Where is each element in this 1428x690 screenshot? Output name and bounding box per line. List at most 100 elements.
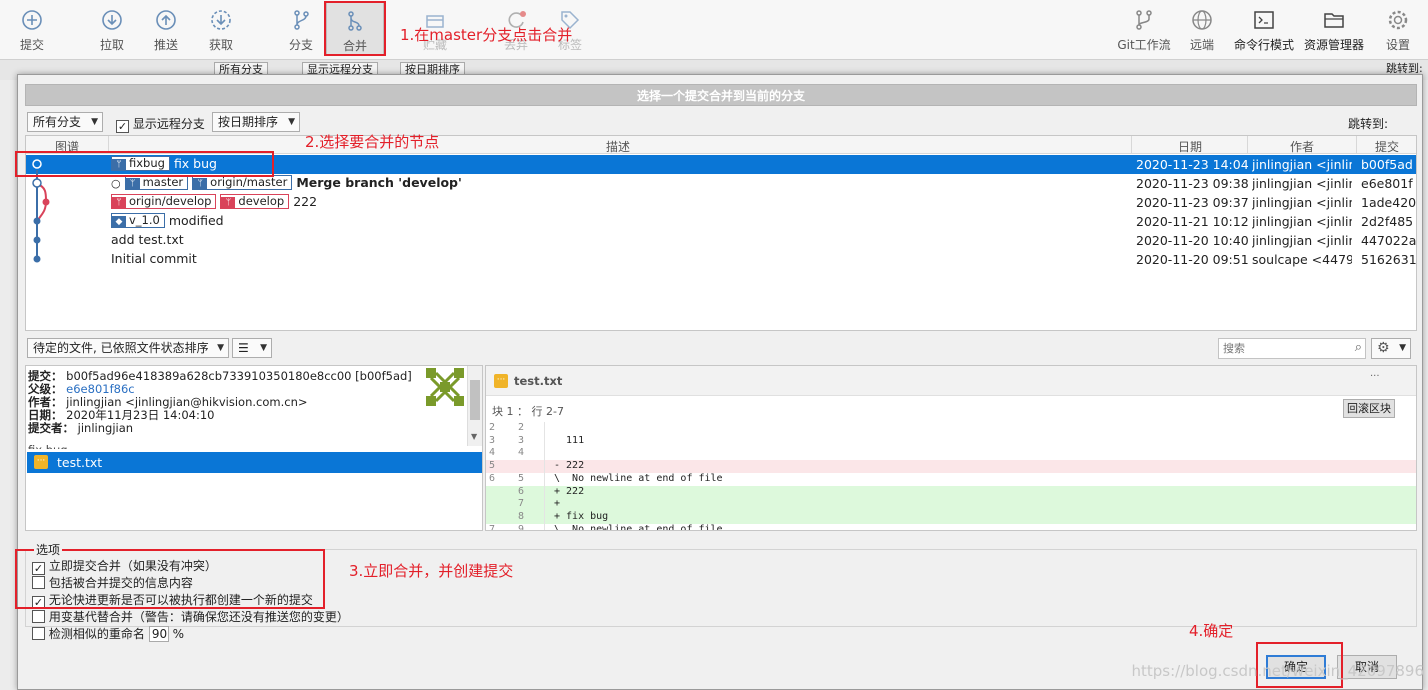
hunk-header: 块 1 ： 行 2-7 bbox=[492, 405, 564, 418]
diff-line: 8 + fix bug bbox=[486, 510, 1416, 524]
tag-icon: ◆ bbox=[112, 216, 126, 228]
branch-label[interactable]: ᛘ origin/master bbox=[192, 175, 293, 190]
search-icon: ⌕ bbox=[1354, 340, 1362, 355]
remote-toolbar-button[interactable]: 远端 bbox=[1184, 6, 1220, 56]
file-list-item[interactable]: ··· test.txt bbox=[27, 452, 482, 473]
new-line-number: 2 bbox=[518, 422, 525, 433]
diff-line-text: \ No newline at end of file bbox=[554, 472, 723, 484]
annotation-step3: 3.立即合并，并创建提交 bbox=[349, 562, 514, 580]
commit-row[interactable]: Initial commit 2020-11-20 09:51 soulcape <… bbox=[26, 250, 1416, 269]
diff-line: 6 + 222 bbox=[486, 485, 1416, 499]
toolbar-label: 合并 bbox=[342, 39, 367, 53]
terminal-toolbar-button[interactable]: 命令行模式 bbox=[1230, 6, 1298, 56]
commit-message: Merge branch 'develop' bbox=[296, 175, 462, 190]
annotation-step4: 4.确定 bbox=[1189, 622, 1234, 640]
old-line-number: 6 bbox=[489, 472, 496, 484]
pull-toolbar-button[interactable]: 拉取 bbox=[90, 6, 134, 56]
commit-toolbar-button[interactable]: 提交 bbox=[10, 6, 54, 56]
commit-date: 2020-11-23 14:04 bbox=[1136, 157, 1249, 172]
commit-graph-table: 图谱 描述 日期 作者 提交 ᛘ fixbug fix bug 2020-11-23 … bbox=[25, 135, 1417, 331]
more-options-icon[interactable]: ··· bbox=[1370, 371, 1380, 382]
merge-toolbar-button[interactable]: 合并 bbox=[326, 2, 384, 56]
commit-description: add test.txt bbox=[111, 232, 1126, 247]
explorer-toolbar-button[interactable]: 资源管理器 bbox=[1300, 6, 1368, 56]
annotation-step2: 2.选择要合并的节点 bbox=[305, 133, 440, 151]
checkbox-unchecked-icon[interactable] bbox=[32, 627, 45, 640]
branch-icon bbox=[294, 10, 309, 30]
toolbar-label: 推送 bbox=[153, 38, 178, 52]
commit-row[interactable]: ᛘ origin/develop ᛘ develop 222 2020-11-23 09:… bbox=[26, 193, 1416, 212]
fetch-toolbar-button[interactable]: 获取 bbox=[199, 6, 243, 56]
detail-committer-value: jinlingjian bbox=[77, 421, 134, 435]
search-field[interactable]: ⌕ bbox=[1218, 338, 1366, 359]
details-scrollbar[interactable]: ▼ bbox=[467, 366, 482, 446]
commit-row[interactable]: ᛘ fixbug fix bug 2020-11-23 14:04 jinlingjia… bbox=[26, 155, 1416, 174]
option-checkbox[interactable]: 包括被合并提交的信息内容 bbox=[32, 574, 193, 591]
scrollbar-thumb[interactable] bbox=[470, 380, 480, 420]
file-sort-value: 待定的文件, 已依照文件状态排序 bbox=[33, 341, 209, 355]
toolbar-label: 获取 bbox=[208, 38, 233, 52]
new-line-number: 8 bbox=[518, 510, 525, 522]
column-header-graph[interactable]: 图谱 bbox=[55, 138, 79, 155]
revert-hunk-button[interactable]: 回滚区块 bbox=[1343, 399, 1395, 418]
search-input[interactable] bbox=[1219, 339, 1345, 358]
branch-icon: ᛘ bbox=[221, 197, 236, 209]
column-header-desc[interactable]: 描述 bbox=[606, 138, 630, 155]
commit-row[interactable]: ○ ᛘ master ᛘ origin/master Merge branch 'deve… bbox=[26, 174, 1416, 193]
push-toolbar-button[interactable]: 推送 bbox=[144, 6, 188, 56]
branch-label[interactable]: ᛘ master bbox=[124, 175, 189, 190]
checkbox-unchecked-icon[interactable] bbox=[32, 576, 45, 589]
option-checkbox[interactable]: 检测相似的重命名 90 % bbox=[32, 625, 184, 642]
options-gear-dropdown[interactable]: ⚙ ▼ bbox=[1371, 338, 1411, 359]
branch-toolbar-button[interactable]: 分支 bbox=[279, 6, 323, 56]
commit-message: fix bug bbox=[173, 156, 217, 171]
old-line-number: 3 bbox=[489, 434, 496, 446]
checkbox-unchecked-icon[interactable] bbox=[32, 610, 45, 623]
file-sort-dropdown[interactable]: 待定的文件, 已依照文件状态排序 ▼ bbox=[27, 338, 229, 358]
toolbar-label: 资源管理器 bbox=[1303, 38, 1364, 52]
tag-label[interactable]: ◆ v_1.0 bbox=[111, 213, 165, 228]
branch-label[interactable]: ᛘ fixbug bbox=[111, 156, 170, 171]
option-label: 检测相似的重命名 bbox=[45, 627, 145, 641]
chevron-down-icon: ▼ bbox=[260, 343, 267, 353]
chevron-down-icon[interactable]: ▼ bbox=[471, 432, 477, 441]
column-header-commit[interactable]: 提交 bbox=[1375, 138, 1399, 155]
upload-arrow-icon bbox=[156, 10, 176, 30]
toolbar-label: Git工作流 bbox=[1117, 38, 1171, 52]
plus-circle-icon bbox=[22, 10, 42, 30]
diff-line: 5 - 222 bbox=[486, 460, 1416, 473]
show-remote-checkbox[interactable]: ✓ 显示远程分支 bbox=[116, 115, 205, 133]
settings-toolbar-button[interactable]: 设置 bbox=[1380, 6, 1416, 56]
commit-row[interactable]: ◆ v_1.0 modified 2020-11-21 10:12 jinlingjia… bbox=[26, 212, 1416, 231]
view-mode-dropdown[interactable]: ☰ ▼ bbox=[232, 338, 272, 358]
checkbox-checked-icon: ✓ bbox=[116, 120, 129, 133]
diff-line-text: + 222 bbox=[554, 485, 585, 497]
new-line-number: 5 bbox=[518, 472, 525, 484]
commit-author: jinlingjian <jinling bbox=[1252, 195, 1352, 210]
branch-label[interactable]: ᛘ origin/develop bbox=[111, 194, 217, 209]
option-checkbox[interactable]: 用变基代替合并（警告：请确保您还没有推送您的变更） bbox=[32, 608, 349, 625]
rename-threshold-input[interactable]: 90 bbox=[148, 626, 169, 642]
commit-row[interactable]: add test.txt 2020-11-20 10:40 jinlingjian … bbox=[26, 231, 1416, 250]
old-line-number: 7 bbox=[489, 523, 496, 531]
branch-label[interactable]: ᛘ develop bbox=[220, 194, 290, 209]
avatar bbox=[426, 368, 464, 406]
ref-name: master bbox=[142, 175, 184, 189]
option-checkbox[interactable]: ✓ 无论快进更新是否可以被执行都创建一个新的提交 bbox=[32, 591, 313, 609]
column-header-date[interactable]: 日期 bbox=[1178, 138, 1202, 155]
diff-line: 44 bbox=[486, 447, 1416, 460]
git-flow-toolbar-button[interactable]: Git工作流 bbox=[1114, 6, 1174, 56]
ref-name: v_1.0 bbox=[129, 213, 160, 227]
detail-committer: 提交者： jinlingjian bbox=[28, 420, 133, 436]
option-checkbox[interactable]: ✓ 立即提交合并（如果没有冲突） bbox=[32, 557, 217, 575]
diff-line-text: + fix bug bbox=[554, 510, 609, 522]
terminal-icon bbox=[1254, 11, 1274, 29]
commit-description: ○ ᛘ master ᛘ origin/master Merge branch 'deve… bbox=[111, 175, 1126, 190]
column-header-author[interactable]: 作者 bbox=[1290, 138, 1314, 155]
dialog-title: 选择一个提交合并到当前的分支 bbox=[25, 84, 1417, 106]
branch-filter-dropdown[interactable]: 所有分支 ▼ bbox=[27, 112, 103, 132]
sort-dropdown[interactable]: 按日期排序 ▼ bbox=[212, 112, 300, 132]
gear-icon: ⚙ bbox=[1377, 340, 1390, 356]
ref-name: develop bbox=[238, 194, 285, 208]
show-remote-label: 显示远程分支 bbox=[132, 117, 205, 131]
